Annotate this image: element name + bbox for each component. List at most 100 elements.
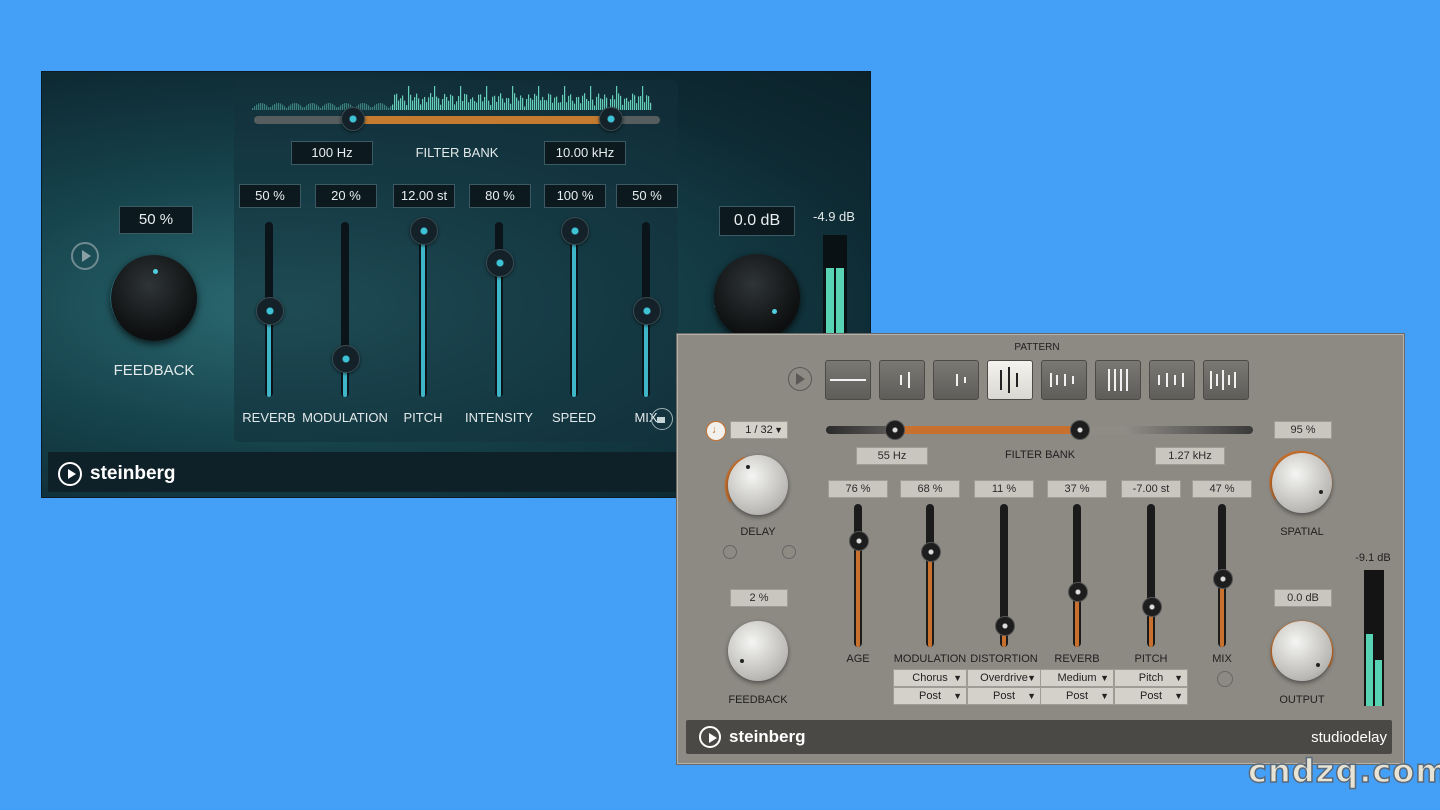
slider-speed[interactable] [570,222,578,397]
slider-value-pitch[interactable]: -7.00 st [1121,480,1181,498]
output-label: OUTPUT [1279,694,1325,706]
feedback-knob[interactable] [728,621,788,681]
feedback-knob[interactable] [111,255,197,341]
delay-sync-select[interactable]: 1 / 32 ▼ [730,421,788,439]
pattern-button-5[interactable] [1041,360,1087,400]
slider-value-pitch[interactable]: 12.00 st [393,184,455,208]
feedback-value[interactable]: 50 % [119,206,193,234]
slider-value-intensity[interactable]: 80 % [469,184,531,208]
slider-value-mix[interactable]: 50 % [616,184,678,208]
output-meter-reading: -4.9 dB [813,209,855,224]
slider-value-mix[interactable]: 47 % [1192,480,1252,498]
pattern-button-3[interactable] [933,360,979,400]
filter-low-value[interactable]: 55 Hz [856,447,928,465]
slider-value-age[interactable]: 76 % [828,480,888,498]
slider-fill [1220,586,1224,647]
slider-value-speed[interactable]: 100 % [544,184,606,208]
slider-thumb-pitch[interactable] [410,217,438,245]
chevron-down-icon: ▼ [1174,691,1183,701]
chevron-down-icon: ▼ [953,673,962,683]
slider-label-distortion: DISTORTION [970,653,1038,665]
pattern-button-2[interactable] [879,360,925,400]
pattern-play-icon[interactable] [788,367,812,391]
filter-high-value[interactable]: 1.27 kHz [1155,447,1225,465]
effect-routing-select-distortion[interactable]: Post ▼ [967,687,1041,705]
filter-bank-label: FILTER BANK [415,145,499,160]
effect-routing-select-pitch[interactable]: Post ▼ [1114,687,1188,705]
chevron-down-icon: ▼ [1100,673,1109,683]
chevron-down-icon: ▼ [774,425,783,435]
pattern-label: PATTERN [1014,342,1060,353]
feedback-value[interactable]: 2 % [730,589,788,607]
slider-fill [421,237,425,397]
filter-high-handle[interactable] [1070,420,1090,440]
filter-high-value[interactable]: 10.00 kHz [544,141,626,165]
slider-thumb-modulation[interactable] [921,542,941,562]
pattern-button-6[interactable] [1095,360,1141,400]
pattern-button-7[interactable] [1149,360,1195,400]
slider-value-modulation[interactable]: 20 % [315,184,377,208]
dark-control-panel [234,80,678,442]
effect-routing-select-modulation[interactable]: Post ▼ [893,687,967,705]
slider-thumb-speed[interactable] [561,217,589,245]
slider-value-distortion[interactable]: 11 % [974,480,1034,498]
effect-type-select-reverb[interactable]: Medium ▼ [1040,669,1114,687]
effect-routing-select-reverb[interactable]: Post ▼ [1040,687,1114,705]
slider-value-reverb[interactable]: 37 % [1047,480,1107,498]
slider-thumb-age[interactable] [849,531,869,551]
filter-low-handle[interactable] [341,107,365,131]
slider-thumb-mix[interactable] [633,297,661,325]
delay-knob[interactable] [728,455,788,515]
chevron-down-icon: ▼ [953,691,962,701]
slider-thumb-reverb[interactable] [256,297,284,325]
grey-plugin-window: PATTERN ♩ 1 / 32 ▼ DELAY 2 % FEEDBACK 55 … [676,333,1405,765]
filter-range-fill [354,116,611,124]
mix-lock-icon[interactable] [1217,671,1233,687]
slider-fill [856,548,860,647]
output-level-meter [1364,570,1384,706]
steinberg-logo: steinberg [699,726,806,748]
effect-type-select-distortion[interactable]: Overdrive ▼ [967,669,1041,687]
output-value[interactable]: 0.0 dB [1274,589,1332,607]
slider-value-modulation[interactable]: 68 % [900,480,960,498]
effect-type-select-pitch[interactable]: Pitch ▼ [1114,669,1188,687]
play-icon[interactable] [71,242,99,270]
effect-type-select-modulation[interactable]: Chorus ▼ [893,669,967,687]
slider-thumb-distortion[interactable] [995,616,1015,636]
output-value[interactable]: 0.0 dB [719,206,795,236]
slider-thumb-mix[interactable] [1213,569,1233,589]
output-knob[interactable] [714,254,800,340]
slider-value-reverb[interactable]: 50 % [239,184,301,208]
slider-thumb-pitch[interactable] [1142,597,1162,617]
slider-fill [572,237,576,397]
spatial-value[interactable]: 95 % [1274,421,1332,439]
slider-label-reverb: REVERB [1054,653,1100,665]
chevron-down-icon: ▼ [1027,691,1036,701]
steinberg-logo: steinberg [58,462,176,486]
steinberg-logo-icon [699,726,721,748]
watermark: cndzq.com [1247,751,1440,791]
filter-low-handle[interactable] [885,420,905,440]
spatial-knob[interactable] [1272,453,1332,513]
filter-high-handle[interactable] [599,107,623,131]
lock-icon[interactable] [651,408,673,430]
pattern-button-8[interactable] [1203,360,1249,400]
slider-thumb-reverb[interactable] [1068,582,1088,602]
pattern-button-1[interactable] [825,360,871,400]
slider-pitch[interactable] [1147,504,1155,647]
output-level-meter [823,235,847,335]
filter-low-value[interactable]: 100 Hz [291,141,373,165]
slider-age[interactable] [854,504,862,647]
filter-bank-label: FILTER BANK [1004,449,1076,461]
pattern-button-4[interactable] [987,360,1033,400]
slider-reverb[interactable] [1073,504,1081,647]
slider-thumb-intensity[interactable] [486,249,514,277]
lock-icon[interactable] [723,545,737,559]
feedback-label: FEEDBACK [728,694,788,706]
slider-pitch[interactable] [419,222,427,397]
sync-icon[interactable] [782,545,796,559]
slider-thumb-modulation[interactable] [332,345,360,373]
slider-modulation[interactable] [926,504,934,647]
tempo-sync-icon[interactable]: ♩ [706,421,726,441]
output-knob[interactable] [1272,621,1332,681]
